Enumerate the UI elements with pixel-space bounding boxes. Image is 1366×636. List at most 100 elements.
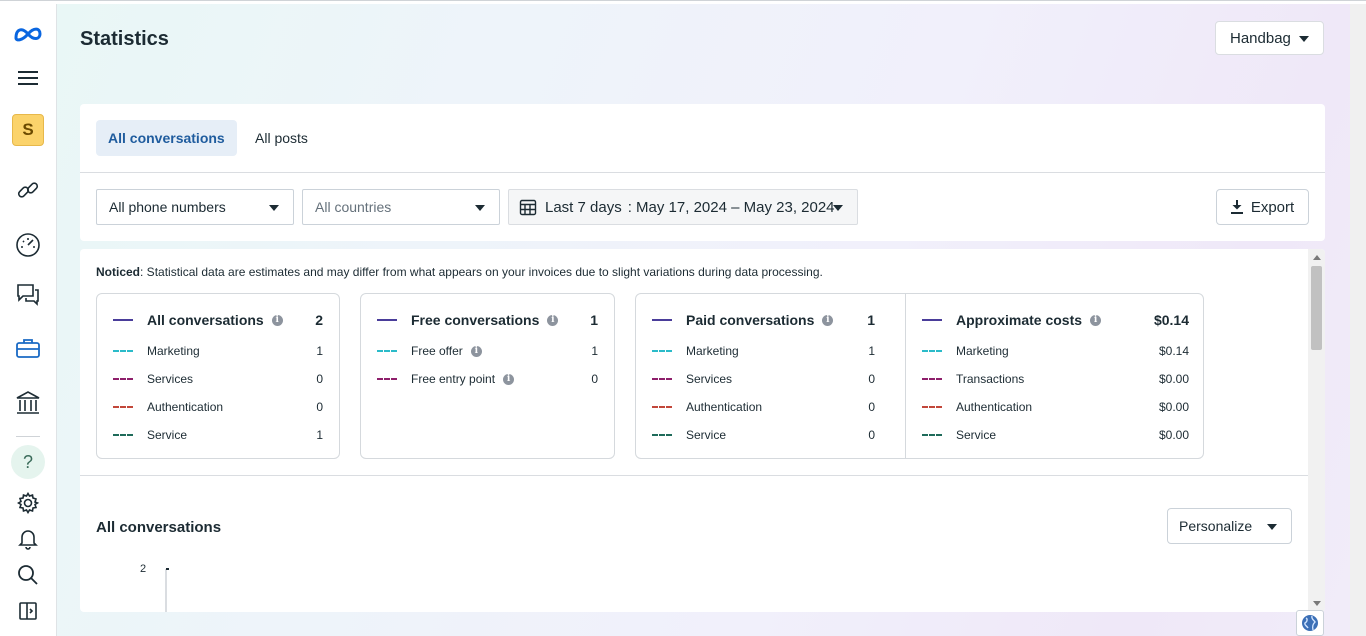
- summary-title: Approximate costs: [956, 312, 1083, 328]
- dash-line-icon: [377, 378, 397, 380]
- bank-icon[interactable]: [8, 383, 48, 423]
- account-avatar[interactable]: S: [8, 110, 48, 150]
- scroll-down-arrow-icon[interactable]: [1313, 601, 1321, 606]
- data-notice: Noticed: Statistical data are estimates …: [96, 265, 823, 279]
- dash-line-icon: [652, 378, 672, 380]
- paid-and-costs-summary: Paid conversations i 1 Marketing 1 Servi…: [635, 293, 1204, 459]
- language-button[interactable]: [1296, 610, 1324, 636]
- notice-label: Noticed: [96, 265, 141, 279]
- link-icon[interactable]: [8, 170, 48, 210]
- summary-title: Free conversations: [411, 312, 540, 328]
- summary-header: Approximate costs i: [922, 312, 1102, 328]
- sidebar-panel-icon[interactable]: [8, 591, 48, 631]
- gear-icon[interactable]: [8, 483, 48, 523]
- summary-header: Free conversations i: [377, 312, 559, 328]
- approximate-costs-summary: Approximate costs i $0.14 Marketing $0.1…: [906, 294, 1203, 458]
- summary-total: 2: [315, 312, 323, 328]
- phone-number-select-value: All phone numbers: [109, 199, 226, 215]
- account-selector-dropdown[interactable]: Handbag: [1215, 21, 1324, 55]
- chart-section-title: All conversations: [96, 519, 222, 536]
- row-value: $0.00: [1158, 400, 1189, 414]
- phone-number-select[interactable]: All phone numbers: [96, 189, 294, 225]
- summary-header: All conversations i: [113, 312, 283, 328]
- summary-header: Paid conversations i: [652, 312, 834, 328]
- row-label: Free offer: [411, 344, 463, 358]
- row-label: Marketing: [956, 344, 1009, 358]
- section-divider: [80, 475, 1308, 476]
- dash-line-icon: [113, 378, 133, 380]
- export-button[interactable]: Export: [1216, 189, 1309, 225]
- row-label: Authentication: [686, 400, 763, 414]
- row-label: Service: [147, 428, 188, 442]
- row-value: 0: [868, 400, 875, 414]
- download-icon: [1230, 200, 1243, 214]
- dash-line-icon: [113, 350, 133, 352]
- row-value: 0: [316, 400, 323, 414]
- help-button[interactable]: ?: [8, 442, 48, 482]
- dash-line-icon: [922, 406, 942, 408]
- dash-line-icon: [652, 434, 672, 436]
- summary-row: Transactions: [922, 372, 1024, 386]
- summary-row: Service: [113, 428, 187, 442]
- summary-row: Marketing: [922, 344, 1009, 358]
- content-scrollbar[interactable]: [1308, 249, 1325, 612]
- info-icon[interactable]: i: [503, 373, 515, 385]
- row-label: Authentication: [956, 400, 1033, 414]
- statistics-card: Noticed: Statistical data are estimates …: [80, 249, 1325, 612]
- series-line-icon: [113, 319, 133, 321]
- row-value: 1: [316, 428, 323, 442]
- chart-y-axis: [165, 569, 167, 612]
- info-icon[interactable]: i: [822, 314, 834, 326]
- filters-card: All conversations All posts All phone nu…: [80, 104, 1325, 241]
- series-line-icon: [652, 319, 672, 321]
- window-scrollbar[interactable]: [1350, 4, 1366, 636]
- scrollbar-thumb[interactable]: [1311, 266, 1322, 350]
- tab-all-conversations[interactable]: All conversations: [96, 120, 237, 156]
- page-title: Statistics: [80, 28, 169, 50]
- summary-total: 1: [867, 312, 875, 328]
- chat-bubbles-icon[interactable]: [8, 274, 48, 314]
- summary-row: Service: [922, 428, 996, 442]
- tab-all-posts[interactable]: All posts: [243, 120, 320, 156]
- chevron-down-icon: [833, 205, 843, 211]
- row-label: Services: [147, 372, 194, 386]
- row-label: Free entry point: [411, 372, 496, 386]
- row-value: $0.00: [1158, 372, 1189, 386]
- summary-row: Authentication: [922, 400, 1032, 414]
- summary-row: Service: [652, 428, 726, 442]
- country-select-value: All countries: [315, 199, 392, 215]
- dashboard-gauge-icon[interactable]: [8, 225, 48, 265]
- dash-line-icon: [652, 350, 672, 352]
- summary-total: $0.14: [1153, 312, 1189, 328]
- menu-icon[interactable]: [8, 58, 48, 98]
- info-icon[interactable]: i: [271, 314, 283, 326]
- bell-icon[interactable]: [8, 519, 48, 559]
- summary-row: Marketing: [113, 344, 200, 358]
- row-label: Transactions: [956, 372, 1025, 386]
- dash-line-icon: [922, 434, 942, 436]
- personalize-dropdown[interactable]: Personalize: [1167, 508, 1292, 544]
- info-icon[interactable]: i: [1090, 314, 1102, 326]
- row-value: 0: [591, 372, 598, 386]
- row-value: 1: [591, 344, 598, 358]
- scroll-up-arrow-icon[interactable]: [1313, 255, 1321, 260]
- info-icon[interactable]: i: [547, 314, 559, 326]
- paid-conversations-summary: Paid conversations i 1 Marketing 1 Servi…: [636, 294, 905, 458]
- row-label: Marketing: [686, 344, 739, 358]
- left-sidebar: S ?: [0, 4, 57, 636]
- briefcase-icon[interactable]: [8, 328, 48, 368]
- summary-row: Marketing: [652, 344, 739, 358]
- summary-row: Authentication: [652, 400, 762, 414]
- row-value: 0: [868, 428, 875, 442]
- help-icon: ?: [11, 445, 45, 479]
- series-line-icon: [377, 319, 397, 321]
- search-icon[interactable]: [8, 555, 48, 595]
- summary-row: Free entry point i: [377, 372, 515, 386]
- summary-title: Paid conversations: [686, 312, 815, 328]
- info-icon[interactable]: i: [470, 345, 482, 357]
- date-range-select[interactable]: Last 7 days : May 17, 2024 – May 23, 202…: [508, 189, 858, 225]
- meta-logo-icon[interactable]: [8, 14, 48, 54]
- globe-icon: [1302, 615, 1318, 631]
- country-select[interactable]: All countries: [302, 189, 500, 225]
- all-conversations-summary: All conversations i 2 Marketing 1 Servic…: [96, 293, 340, 459]
